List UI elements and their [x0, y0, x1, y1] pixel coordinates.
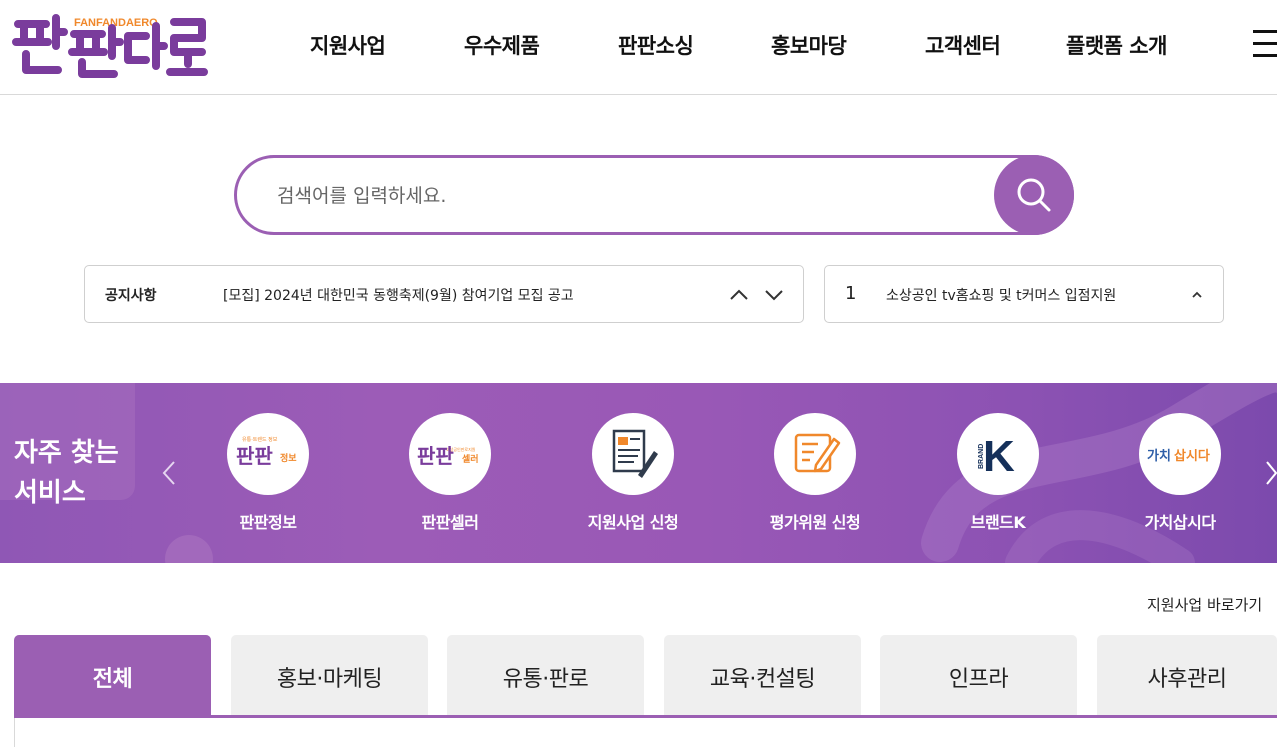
svg-text:판판: 판판 — [236, 444, 273, 468]
form-edit-icon — [774, 413, 856, 495]
tab-underline — [14, 715, 1277, 718]
services-title: 자주 찾는 서비스 — [14, 433, 154, 513]
tab-label: 교육·컨설팅 — [709, 667, 816, 692]
tab-education[interactable]: 교육·컨설팅 — [664, 635, 861, 715]
tab-marketing[interactable]: 홍보·마케팅 — [231, 635, 428, 715]
services-title-line2: 서비스 — [14, 478, 86, 508]
search-box — [234, 155, 1074, 235]
svg-text:BRAND: BRAND — [978, 444, 985, 469]
popular-ranking-bar: 1 소상공인 tv홈쇼핑 및 t커머스 입점지원 — [824, 265, 1224, 323]
tab-label: 홍보·마케팅 — [276, 667, 383, 692]
service-item-brand-k[interactable]: K BRAND 브랜드K — [918, 413, 1078, 543]
frequent-services-banner: 자주 찾는 서비스 유통·트렌드 정보 판판 정보 판판정보 소상공인판로지원 … — [0, 383, 1277, 563]
tab-label: 전체 — [92, 667, 133, 692]
tab-distribution[interactable]: 유통·판로 — [447, 635, 644, 715]
tab-label: 사후관리 — [1147, 667, 1227, 692]
panel-border — [14, 718, 15, 747]
nav-item-customer-center[interactable]: 고객센터 — [925, 30, 1001, 60]
site-logo[interactable]: FANFANDAERO — [12, 12, 208, 80]
service-label: 지원사업 신청 — [587, 513, 679, 532]
service-label: 가치삽시다 — [1144, 513, 1216, 532]
notice-link[interactable]: [모집] 2024년 대한민국 동행축제(9월) 참여기업 모집 공고 — [223, 285, 574, 305]
service-item-fanfan-seller[interactable]: 소상공인판로지원 판판 셀러 판판셀러 — [370, 413, 530, 543]
chevron-right-icon[interactable] — [1265, 459, 1277, 487]
support-quick-link[interactable]: 지원사업 바로가기 — [1147, 594, 1262, 615]
svg-text:삽시다: 삽시다 — [1174, 448, 1210, 464]
nav-item-promotion[interactable]: 홍보마당 — [771, 30, 847, 60]
chevron-down-icon[interactable] — [763, 284, 785, 306]
service-label: 브랜드K — [970, 513, 1026, 532]
logo-subtitle: FANFANDAERO — [74, 17, 158, 29]
nav-item-sourcing[interactable]: 판판소싱 — [618, 30, 694, 60]
svg-text:정보: 정보 — [280, 452, 297, 464]
search-icon — [1017, 178, 1051, 212]
ranking-link[interactable]: 소상공인 tv홈쇼핑 및 t커머스 입점지원 — [886, 285, 1116, 305]
tab-all[interactable]: 전체 — [14, 635, 211, 715]
chevron-left-icon[interactable] — [158, 459, 180, 487]
gachi-logo-icon: 가치 삽시다 — [1139, 413, 1221, 495]
tab-label: 인프라 — [948, 667, 1009, 692]
fanfan-info-logo-icon: 유통·트렌드 정보 판판 정보 — [227, 413, 309, 495]
nav-item-products[interactable]: 우수제품 — [464, 30, 540, 60]
nav-item-platform-intro[interactable]: 플랫폼 소개 — [1066, 30, 1167, 60]
ranking-number: 1 — [845, 283, 857, 304]
service-label: 판판정보 — [239, 513, 297, 532]
tab-label: 유통·판로 — [502, 667, 589, 692]
service-item-gachi[interactable]: 가치 삽시다 가치삽시다 — [1100, 413, 1260, 543]
site-header: FANFANDAERO 지원사업 우수제품 판판소싱 홍보마당 고객센터 플랫폼… — [0, 0, 1277, 95]
svg-text:K: K — [983, 432, 1015, 481]
tab-aftercare[interactable]: 사후관리 — [1097, 635, 1277, 715]
chevron-up-icon[interactable] — [1187, 285, 1207, 305]
svg-text:셀러: 셀러 — [462, 453, 479, 465]
brand-k-logo-icon: K BRAND — [957, 413, 1039, 495]
svg-text:가치: 가치 — [1147, 448, 1171, 464]
service-item-fanfan-info[interactable]: 유통·트렌드 정보 판판 정보 판판정보 — [188, 413, 348, 543]
search-button[interactable] — [994, 155, 1074, 235]
service-item-support-apply[interactable]: 지원사업 신청 — [553, 413, 713, 543]
svg-text:유통·트렌드 정보: 유통·트렌드 정보 — [242, 436, 278, 443]
service-item-evaluator-apply[interactable]: 평가위원 신청 — [735, 413, 895, 543]
fanfan-seller-logo-icon: 소상공인판로지원 판판 셀러 — [409, 413, 491, 495]
svg-text:판판: 판판 — [417, 444, 454, 468]
nav-item-support[interactable]: 지원사업 — [310, 30, 386, 60]
service-label: 판판셀러 — [421, 513, 479, 532]
tab-infra[interactable]: 인프라 — [880, 635, 1077, 715]
search-input[interactable] — [277, 180, 977, 212]
notice-label: 공지사항 — [105, 288, 157, 304]
document-pen-icon — [592, 413, 674, 495]
fanfandaero-logo-icon: FANFANDAERO — [12, 14, 208, 78]
services-title-line1: 자주 찾는 — [14, 438, 119, 468]
notice-bar: 공지사항 [모집] 2024년 대한민국 동행축제(9월) 참여기업 모집 공고 — [84, 265, 804, 323]
chevron-up-icon[interactable] — [728, 284, 750, 306]
service-label: 평가위원 신청 — [769, 513, 861, 532]
hamburger-menu-icon[interactable] — [1253, 30, 1277, 58]
